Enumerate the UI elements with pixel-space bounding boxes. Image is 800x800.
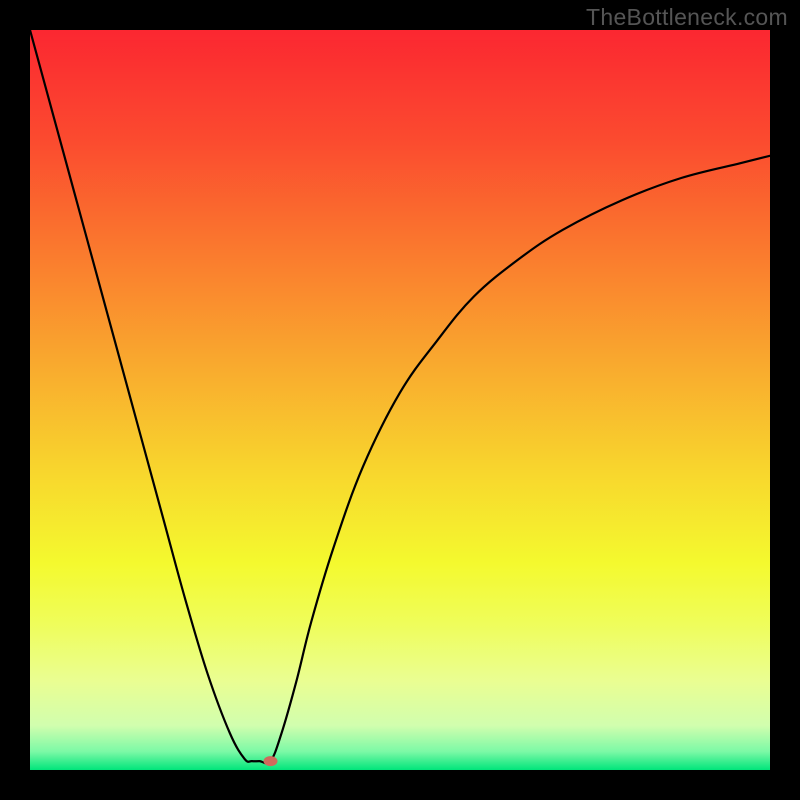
watermark-text: TheBottleneck.com bbox=[586, 4, 788, 31]
chart-frame: TheBottleneck.com bbox=[0, 0, 800, 800]
gradient-background bbox=[30, 30, 770, 770]
optimum-marker bbox=[264, 756, 278, 766]
bottleneck-chart bbox=[30, 30, 770, 770]
plot-area bbox=[30, 30, 770, 770]
